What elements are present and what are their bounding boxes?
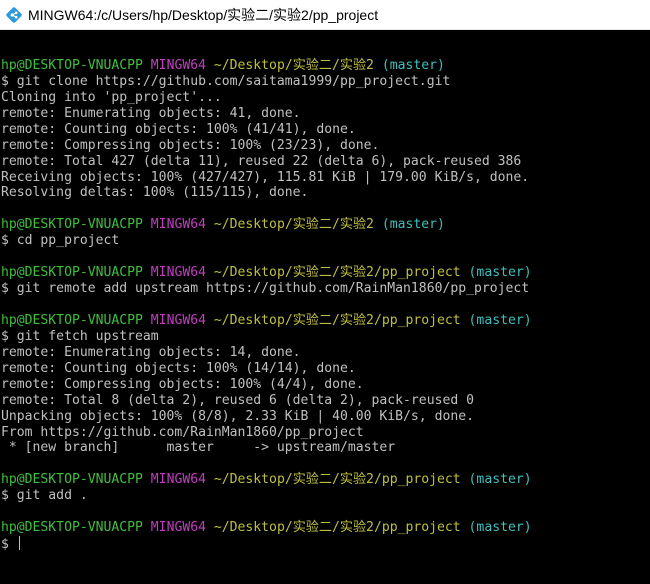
terminal-window: MINGW64:/c/Users/hp/Desktop/实验二/实验2/pp_p… (0, 0, 650, 584)
prompt-system: MINGW64 (150, 472, 206, 488)
prompt-line: hp@DESKTOP-VNUACPP MINGW64 ~/Desktop/实验二… (1, 472, 650, 488)
prompt-user: hp@DESKTOP-VNUACPP (1, 472, 143, 488)
output-line: remote: Counting objects: 100% (14/14), … (1, 361, 650, 377)
prompt-line: hp@DESKTOP-VNUACPP MINGW64 ~/Desktop/实验二… (1, 217, 650, 233)
output-text: Unpacking objects: 100% (8/8), 2.33 KiB … (1, 408, 474, 424)
prompt-system: MINGW64 (150, 57, 206, 73)
prompt-path: ~/Desktop/实验二/实验2 (213, 57, 374, 73)
window-title: MINGW64:/c/Users/hp/Desktop/实验二/实验2/pp_p… (28, 6, 379, 23)
output-text: remote: Enumerating objects: 41, done. (1, 105, 301, 121)
output-line: Receiving objects: 100% (427/427), 115.8… (1, 170, 650, 186)
output-line: $ git clone https://github.com/saitama19… (1, 74, 650, 90)
output-text: remote: Compressing objects: 100% (4/4),… (1, 376, 364, 392)
output-text: remote: Total 8 (delta 2), reused 6 (del… (1, 392, 474, 408)
output-text: remote: Counting objects: 100% (14/14), … (1, 360, 356, 376)
output-text: Resolving deltas: 100% (115/115), done. (1, 185, 309, 201)
prompt-path: ~/Desktop/实验二/实验2/pp_project (213, 265, 461, 281)
output-line: Unpacking objects: 100% (8/8), 2.33 KiB … (1, 409, 650, 425)
output-line: Cloning into 'pp_project'... (1, 90, 650, 106)
prompt-line: hp@DESKTOP-VNUACPP MINGW64 ~/Desktop/实验二… (1, 58, 650, 74)
prompt-user: hp@DESKTOP-VNUACPP (1, 520, 143, 536)
output-text: Cloning into 'pp_project'... (1, 89, 222, 105)
command-input-line[interactable]: $ (1, 536, 650, 552)
output-line: * [new branch] master -> upstream/master (1, 440, 650, 456)
prompt-path: ~/Desktop/实验二/实验2/pp_project (213, 520, 461, 536)
output-line: remote: Total 8 (delta 2), reused 6 (del… (1, 393, 650, 409)
prompt-user: hp@DESKTOP-VNUACPP (1, 217, 143, 233)
output-line: remote: Compressing objects: 100% (4/4),… (1, 377, 650, 393)
prompt-path: ~/Desktop/实验二/实验2 (213, 217, 374, 233)
output-line: remote: Enumerating objects: 41, done. (1, 106, 650, 122)
prompt-line: hp@DESKTOP-VNUACPP MINGW64 ~/Desktop/实验二… (1, 520, 650, 536)
output-text: $ cd pp_project (1, 233, 120, 249)
prompt-branch: (master) (381, 57, 445, 73)
prompt-line: hp@DESKTOP-VNUACPP MINGW64 ~/Desktop/实验二… (1, 265, 650, 281)
git-bash-icon (6, 6, 22, 23)
prompt-user: hp@DESKTOP-VNUACPP (1, 265, 143, 281)
output-text: $ git clone https://github.com/saitama19… (1, 73, 451, 89)
prompt-branch: (master) (468, 520, 532, 536)
prompt-branch: (master) (381, 217, 445, 233)
output-text: $ git fetch upstream (1, 328, 159, 344)
prompt-user: hp@DESKTOP-VNUACPP (1, 312, 143, 328)
terminal-output[interactable]: hp@DESKTOP-VNUACPP MINGW64 ~/Desktop/实验二… (0, 42, 650, 584)
output-line: $ git fetch upstream (1, 329, 650, 345)
output-text: $ git remote add upstream https://github… (1, 281, 530, 297)
output-line: remote: Compressing objects: 100% (23/23… (1, 138, 650, 154)
output-text: remote: Compressing objects: 100% (23/23… (1, 137, 380, 153)
prompt-path: ~/Desktop/实验二/实验2/pp_project (213, 472, 461, 488)
prompt-branch: (master) (468, 312, 532, 328)
output-line: From https://github.com/RainMan1860/pp_p… (1, 425, 650, 441)
output-line: $ cd pp_project (1, 233, 650, 249)
output-text: remote: Counting objects: 100% (41/41), … (1, 121, 356, 137)
prompt-system: MINGW64 (150, 265, 206, 281)
output-line: $ git remote add upstream https://github… (1, 281, 650, 297)
output-line: remote: Total 427 (delta 11), reused 22 … (1, 154, 650, 170)
command-prompt-symbol: $ (1, 537, 17, 553)
output-line: remote: Counting objects: 100% (41/41), … (1, 122, 650, 138)
output-text: remote: Enumerating objects: 14, done. (1, 344, 301, 360)
output-text: $ git add . (1, 488, 88, 504)
prompt-system: MINGW64 (150, 312, 206, 328)
output-text: Receiving objects: 100% (427/427), 115.8… (1, 169, 530, 185)
prompt-path: ~/Desktop/实验二/实验2/pp_project (213, 312, 461, 328)
prompt-branch: (master) (468, 265, 532, 281)
text-cursor (18, 536, 20, 551)
title-bar[interactable]: MINGW64:/c/Users/hp/Desktop/实验二/实验2/pp_p… (0, 0, 650, 30)
output-text: From https://github.com/RainMan1860/pp_p… (1, 424, 364, 440)
prompt-line: hp@DESKTOP-VNUACPP MINGW64 ~/Desktop/实验二… (1, 313, 650, 329)
output-line: $ git add . (1, 488, 650, 504)
output-text: remote: Total 427 (delta 11), reused 22 … (1, 153, 522, 169)
prompt-system: MINGW64 (150, 520, 206, 536)
prompt-branch: (master) (468, 472, 532, 488)
output-line: remote: Enumerating objects: 14, done. (1, 345, 650, 361)
prompt-system: MINGW64 (150, 217, 206, 233)
output-line: Resolving deltas: 100% (115/115), done. (1, 185, 650, 201)
output-text: * [new branch] master -> upstream/master (1, 440, 396, 456)
prompt-user: hp@DESKTOP-VNUACPP (1, 57, 143, 73)
